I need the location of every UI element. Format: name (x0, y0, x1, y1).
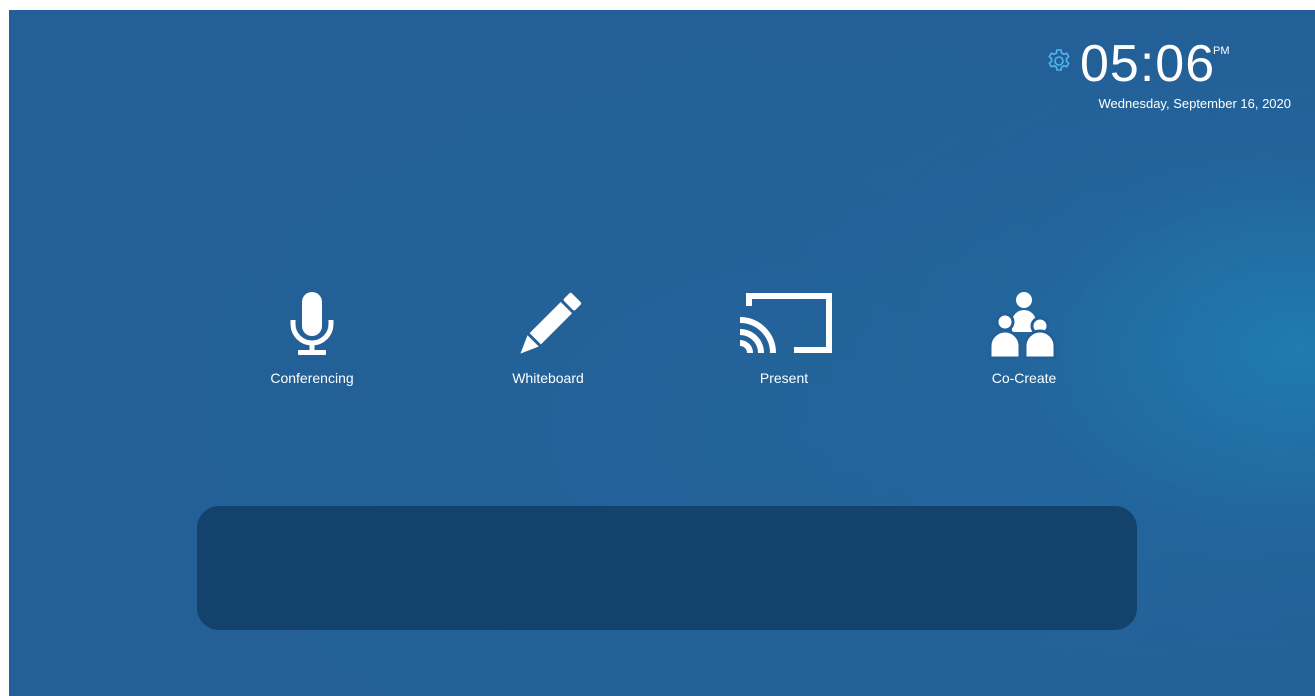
clock-time: 05:06 (1080, 35, 1216, 93)
gear-icon[interactable] (1046, 48, 1072, 74)
clock-widget: 05:06 PM Wednesday, September 16, 2020 (993, 35, 1293, 120)
conferencing-button[interactable]: Conferencing (227, 290, 397, 400)
clock-date: Wednesday, September 16, 2020 (1098, 96, 1291, 111)
pencil-icon (510, 290, 586, 367)
people-group-icon (988, 290, 1060, 367)
clock-ampm: PM (1213, 45, 1230, 57)
conferencing-label: Conferencing (270, 370, 354, 386)
home-screen: 05:06 PM Wednesday, September 16, 2020 C… (9, 10, 1315, 696)
co-create-label: Co-Create (991, 370, 1057, 386)
bottom-panel (197, 506, 1137, 630)
whiteboard-label: Whiteboard (512, 370, 584, 386)
present-button[interactable]: Present (699, 290, 869, 400)
present-label: Present (759, 370, 809, 386)
microphone-icon (287, 290, 337, 367)
cast-icon (734, 290, 834, 367)
whiteboard-button[interactable]: Whiteboard (463, 290, 633, 400)
co-create-button[interactable]: Co-Create (939, 290, 1109, 400)
